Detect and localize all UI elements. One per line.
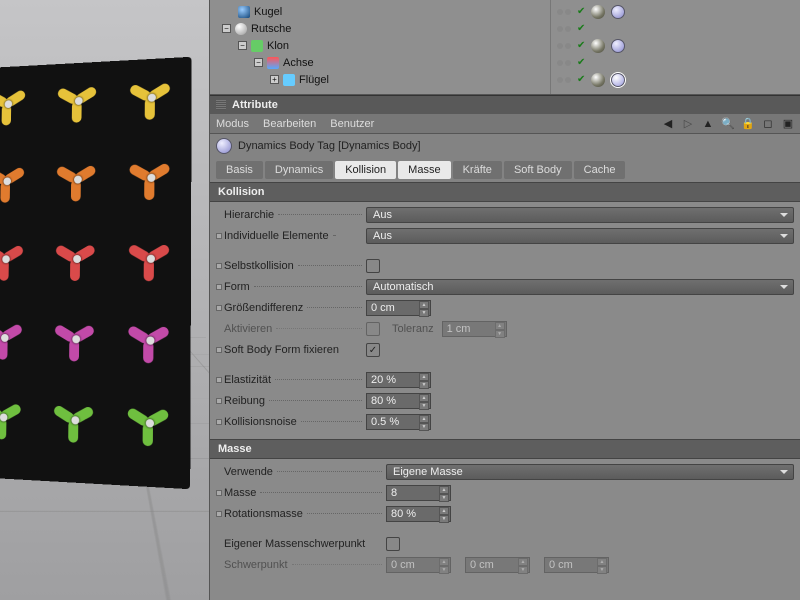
tree-item-rutsche[interactable]: − Rutsche xyxy=(214,20,546,37)
input-rotationsmasse[interactable]: 80 %▲▼ xyxy=(386,506,451,522)
sphere-icon xyxy=(238,6,250,18)
axis-icon xyxy=(267,57,279,69)
label-eigener-schwerpunkt: Eigener Massenschwerpunkt xyxy=(224,538,365,550)
menu-bearbeiten[interactable]: Bearbeiten xyxy=(263,118,316,130)
label-masse: Masse xyxy=(224,487,256,499)
label-form: Form xyxy=(224,281,250,293)
label-kollisionsnoise: Kollisionsnoise xyxy=(224,416,297,428)
tab-kraefte[interactable]: Kräfte xyxy=(453,161,502,179)
search-icon[interactable]: 🔍 xyxy=(722,118,734,130)
label-elastizitaet: Elastizität xyxy=(224,374,271,386)
nav-fwd-icon[interactable]: ▷ xyxy=(682,118,694,130)
tab-masse[interactable]: Masse xyxy=(398,161,450,179)
input-schwerpunkt-y: 0 cm▲▼ xyxy=(465,557,530,573)
viewport-board xyxy=(0,57,192,489)
menu-benutzer[interactable]: Benutzer xyxy=(330,118,374,130)
expand-icon[interactable]: + xyxy=(270,75,279,84)
plane-icon xyxy=(283,74,295,86)
3d-viewport[interactable] xyxy=(0,0,210,600)
null-icon xyxy=(235,23,247,35)
element-title: Dynamics Body Tag [Dynamics Body] xyxy=(238,140,421,152)
dynamics-tag-icon[interactable] xyxy=(611,39,625,53)
tree-item-fluegel[interactable]: + Flügel xyxy=(214,71,546,88)
dynamics-tag-icon xyxy=(216,138,232,154)
nav-back-icon[interactable]: ◀ xyxy=(662,118,674,130)
dropdown-individuelle-elemente[interactable]: Aus xyxy=(366,228,794,244)
tree-item-kugel[interactable]: Kugel xyxy=(214,3,546,20)
tree-label: Rutsche xyxy=(251,23,291,35)
tree-item-achse[interactable]: − Achse xyxy=(214,54,546,71)
tree-label: Flügel xyxy=(299,74,329,86)
label-toleranz: Toleranz xyxy=(392,323,434,335)
label-individuelle-elemente: Individuelle Elemente xyxy=(224,230,329,242)
material-tag-icon[interactable] xyxy=(591,39,605,53)
attribute-manager: Attribute Modus Bearbeiten Benutzer ◀ ▷ … xyxy=(210,95,800,600)
material-tag-icon[interactable] xyxy=(591,5,605,19)
tree-label: Klon xyxy=(267,40,289,52)
tab-dynamics[interactable]: Dynamics xyxy=(265,161,333,179)
panel-header[interactable]: Attribute xyxy=(210,96,800,114)
menu-modus[interactable]: Modus xyxy=(216,118,249,130)
section-header-kollision: Kollision xyxy=(210,182,800,202)
label-selbstkollision: Selbstkollision xyxy=(224,260,294,272)
input-kollisionsnoise[interactable]: 0.5 %▲▼ xyxy=(366,414,431,430)
dropdown-verwende[interactable]: Eigene Masse xyxy=(386,464,794,480)
grip-icon[interactable] xyxy=(216,100,226,110)
check-icon[interactable]: ✔ xyxy=(577,23,585,34)
input-schwerpunkt-z: 0 cm▲▼ xyxy=(544,557,609,573)
tree-item-klon[interactable]: − Klon xyxy=(214,37,546,54)
panel-title: Attribute xyxy=(232,99,278,111)
label-groessendifferenz: Größendifferenz xyxy=(224,302,303,314)
check-icon[interactable]: ✔ xyxy=(577,40,585,51)
object-manager[interactable]: Kugel −Rutsche −Klon −Achse +Flügel ✔ ✔ … xyxy=(210,0,800,95)
tab-bar: Basis Dynamics Kollision Masse Kräfte So… xyxy=(210,158,800,182)
lock-icon[interactable]: 🔒 xyxy=(742,118,754,130)
input-reibung[interactable]: 80 %▲▼ xyxy=(366,393,431,409)
label-schwerpunkt: Schwerpunkt xyxy=(224,559,288,571)
input-groessendifferenz[interactable]: 0 cm▲▼ xyxy=(366,300,431,316)
collapse-icon[interactable]: − xyxy=(222,24,231,33)
input-masse[interactable]: 8▲▼ xyxy=(386,485,451,501)
tab-softbody[interactable]: Soft Body xyxy=(504,161,572,179)
label-reibung: Reibung xyxy=(224,395,265,407)
check-icon[interactable]: ✔ xyxy=(577,57,585,68)
checkbox-softbody-fixieren[interactable]: ✓ xyxy=(366,343,380,357)
collapse-icon[interactable]: − xyxy=(254,58,263,67)
dropdown-hierarchie[interactable]: Aus xyxy=(366,207,794,223)
checkbox-aktivieren[interactable] xyxy=(366,322,380,336)
label-aktivieren: Aktivieren xyxy=(224,323,272,335)
input-toleranz: 1 cm▲▼ xyxy=(442,321,507,337)
input-elastizitaet[interactable]: 20 %▲▼ xyxy=(366,372,431,388)
material-tag-icon[interactable] xyxy=(591,73,605,87)
tree-label: Achse xyxy=(283,57,314,69)
section-header-masse: Masse xyxy=(210,439,800,459)
dropdown-form[interactable]: Automatisch xyxy=(366,279,794,295)
dynamics-tag-icon[interactable] xyxy=(611,73,625,87)
up-icon[interactable]: ▲ xyxy=(702,118,714,130)
cloner-icon xyxy=(251,40,263,52)
checkbox-selbstkollision[interactable] xyxy=(366,259,380,273)
tab-cache[interactable]: Cache xyxy=(574,161,626,179)
tab-kollision[interactable]: Kollision xyxy=(335,161,396,179)
collapse-icon[interactable]: − xyxy=(238,41,247,50)
dynamics-tag-icon[interactable] xyxy=(611,5,625,19)
tab-basis[interactable]: Basis xyxy=(216,161,263,179)
label-hierarchie: Hierarchie xyxy=(224,209,274,221)
new-window-icon[interactable]: ◻ xyxy=(762,118,774,130)
tree-label: Kugel xyxy=(254,6,282,18)
label-verwende: Verwende xyxy=(224,466,273,478)
check-icon[interactable]: ✔ xyxy=(577,74,585,85)
input-schwerpunkt-x: 0 cm▲▼ xyxy=(386,557,451,573)
label-rotationsmasse: Rotationsmasse xyxy=(224,508,303,520)
check-icon[interactable]: ✔ xyxy=(577,6,585,17)
checkbox-eigener-schwerpunkt[interactable] xyxy=(386,537,400,551)
label-softbody-fixieren: Soft Body Form fixieren xyxy=(224,344,339,356)
add-icon[interactable]: ▣ xyxy=(782,118,794,130)
